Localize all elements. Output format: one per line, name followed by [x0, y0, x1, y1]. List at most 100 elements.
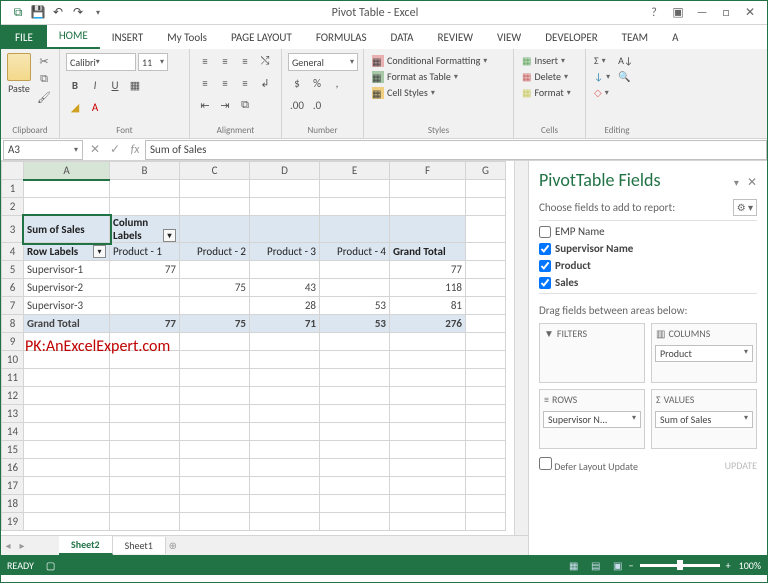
- tab-file[interactable]: FILE: [1, 25, 47, 49]
- conditional-formatting-button[interactable]: ▦Conditional Formatting▾: [370, 53, 489, 68]
- sheet-tab-sheet2[interactable]: Sheet2: [59, 536, 113, 555]
- field-emp-name[interactable]: EMP Name: [539, 223, 757, 240]
- comma-button[interactable]: ,: [328, 75, 346, 91]
- horizontal-scrollbar[interactable]: [180, 539, 528, 553]
- close-icon[interactable]: ✕: [739, 4, 761, 22]
- zoom-in-icon[interactable]: +: [726, 559, 731, 572]
- row-header[interactable]: 3: [2, 216, 24, 243]
- cell[interactable]: Supervisor-1: [24, 261, 110, 279]
- cell[interactable]: 75: [180, 315, 250, 333]
- sheet-nav-next-icon[interactable]: ▸: [15, 539, 29, 552]
- cell[interactable]: Column Labels▾: [110, 216, 180, 243]
- find-select-button[interactable]: 🔍: [616, 69, 635, 84]
- new-sheet-icon[interactable]: ⊕: [166, 539, 180, 552]
- font-color-button[interactable]: A: [86, 99, 104, 115]
- cell[interactable]: Product - 1: [110, 243, 180, 261]
- wrap-text-button[interactable]: ↲: [256, 75, 274, 91]
- cell[interactable]: [110, 297, 180, 315]
- cell[interactable]: Grand Total: [390, 243, 466, 261]
- bold-button[interactable]: B: [66, 77, 84, 93]
- help-icon[interactable]: ?: [643, 4, 665, 22]
- format-cells-button[interactable]: ▦Format▾: [520, 85, 573, 100]
- tab-view[interactable]: VIEW: [485, 26, 533, 49]
- tab-data[interactable]: DATA: [379, 26, 426, 49]
- cell[interactable]: [250, 261, 320, 279]
- align-left-button[interactable]: ≡: [196, 75, 214, 91]
- underline-button[interactable]: U: [106, 77, 124, 93]
- decrease-indent-button[interactable]: ⇤: [196, 97, 214, 113]
- ribbon-options-icon[interactable]: ▣: [667, 4, 689, 22]
- format-painter-icon[interactable]: 🖌: [35, 89, 53, 105]
- delete-cells-button[interactable]: ▦Delete▾: [520, 69, 573, 84]
- qat-customize-icon[interactable]: ▾: [89, 4, 107, 22]
- name-box[interactable]: A3▾: [3, 140, 83, 160]
- excel-icon[interactable]: ⧉: [9, 4, 27, 22]
- formula-input[interactable]: Sum of Sales: [145, 140, 767, 160]
- increase-indent-button[interactable]: ⇥: [216, 97, 234, 113]
- page-layout-view-icon[interactable]: ▤: [586, 558, 606, 572]
- fx-icon[interactable]: fx: [125, 140, 145, 160]
- col-header-g[interactable]: G: [466, 162, 506, 180]
- row-header[interactable]: 15: [2, 441, 24, 459]
- enter-formula-icon[interactable]: ✓: [105, 140, 125, 160]
- row-header[interactable]: 17: [2, 477, 24, 495]
- tab-review[interactable]: REVIEW: [426, 26, 486, 49]
- row-header[interactable]: 10: [2, 351, 24, 369]
- align-middle-button[interactable]: ≡: [216, 53, 234, 69]
- cell[interactable]: 75: [180, 279, 250, 297]
- tab-home[interactable]: HOME: [47, 24, 100, 49]
- cell[interactable]: Row Labels▾: [24, 243, 110, 261]
- cell[interactable]: 71: [250, 315, 320, 333]
- cell[interactable]: Sum of Sales: [24, 216, 110, 243]
- chip-product[interactable]: Product▾: [655, 345, 753, 362]
- number-format-select[interactable]: General▾: [288, 53, 358, 71]
- col-header-b[interactable]: B: [110, 162, 180, 180]
- cell[interactable]: [320, 261, 390, 279]
- col-header-c[interactable]: C: [180, 162, 250, 180]
- tab-mytools[interactable]: My Tools: [155, 26, 219, 49]
- chip-sum-sales[interactable]: Sum of Sales▾: [655, 411, 753, 428]
- cell[interactable]: [180, 261, 250, 279]
- row-header[interactable]: 4: [2, 243, 24, 261]
- cell[interactable]: 77: [110, 315, 180, 333]
- col-header-e[interactable]: E: [320, 162, 390, 180]
- tab-overflow[interactable]: A: [660, 26, 690, 49]
- rows-area[interactable]: ≡ROWS Supervisor N...▾: [539, 389, 645, 449]
- redo-icon[interactable]: ↷: [69, 4, 87, 22]
- row-header[interactable]: 7: [2, 297, 24, 315]
- defer-checkbox[interactable]: Defer Layout Update: [539, 457, 638, 473]
- sort-filter-button[interactable]: A↓: [616, 53, 635, 68]
- cell[interactable]: Supervisor-2: [24, 279, 110, 297]
- row-header[interactable]: 19: [2, 513, 24, 531]
- checkbox[interactable]: [539, 260, 551, 272]
- format-as-table-button[interactable]: ▦Format as Table▾: [370, 69, 489, 84]
- checkbox[interactable]: [539, 226, 551, 238]
- orientation-button[interactable]: ⤭: [256, 53, 274, 69]
- undo-icon[interactable]: ↶: [49, 4, 67, 22]
- save-icon[interactable]: 💾: [29, 4, 47, 22]
- column-dropdown-icon[interactable]: ▾: [163, 229, 176, 242]
- row-header[interactable]: 13: [2, 405, 24, 423]
- chip-supervisor[interactable]: Supervisor N...▾: [543, 411, 641, 428]
- cell[interactable]: Product - 4: [320, 243, 390, 261]
- cell[interactable]: 53: [320, 315, 390, 333]
- font-name-select[interactable]: Calibri▾: [66, 53, 136, 71]
- tab-page-layout[interactable]: PAGE LAYOUT: [219, 26, 304, 49]
- values-area[interactable]: ΣVALUES Sum of Sales▾: [651, 389, 757, 449]
- merge-button[interactable]: ⧉: [236, 97, 254, 113]
- font-size-select[interactable]: 11▾: [138, 53, 168, 71]
- align-bottom-button[interactable]: ≡: [236, 53, 254, 69]
- tab-developer[interactable]: DEVELOPER: [533, 26, 609, 49]
- zoom-out-icon[interactable]: −: [629, 559, 634, 572]
- cut-icon[interactable]: ✂: [35, 53, 53, 69]
- autosum-button[interactable]: Σ ▾: [592, 53, 612, 68]
- fill-color-button[interactable]: ◢: [66, 99, 84, 115]
- cell[interactable]: 81: [390, 297, 466, 315]
- row-header[interactable]: 18: [2, 495, 24, 513]
- cell[interactable]: 53: [320, 297, 390, 315]
- cell-styles-button[interactable]: ▦Cell Styles▾: [370, 85, 489, 100]
- clear-button[interactable]: ◇ ▾: [592, 85, 612, 100]
- decrease-decimal-button[interactable]: .0: [308, 97, 326, 113]
- minimize-icon[interactable]: —: [691, 4, 713, 22]
- tab-team[interactable]: TEAM: [610, 26, 660, 49]
